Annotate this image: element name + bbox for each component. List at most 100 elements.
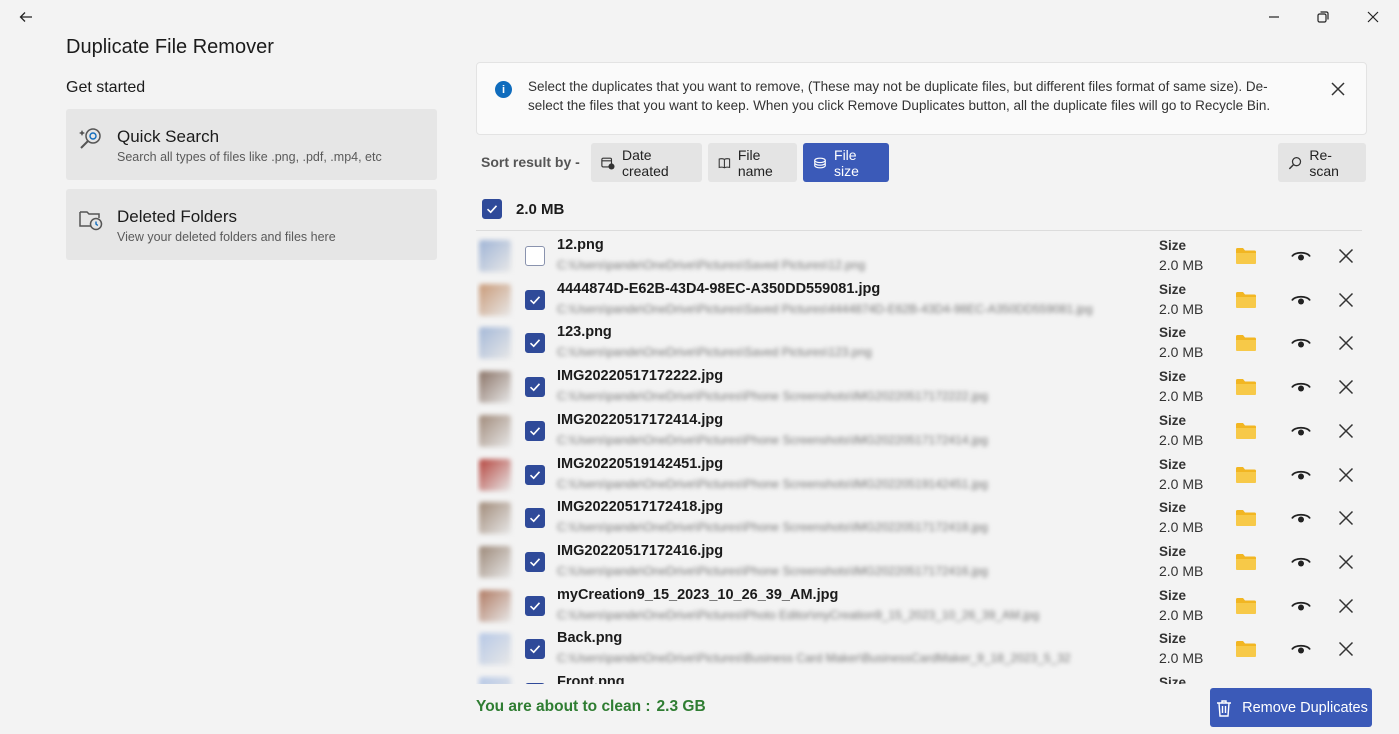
file-thumbnail bbox=[479, 371, 511, 404]
file-select-checkbox[interactable] bbox=[525, 420, 545, 441]
close-button[interactable] bbox=[1362, 6, 1384, 28]
file-row[interactable]: 4444874D-E62B-43D4-98EC-A350DD559081.jpg… bbox=[476, 280, 1367, 324]
folder-icon[interactable] bbox=[1235, 377, 1257, 397]
sidebar-item-quick-search[interactable]: Quick Search Search all types of files l… bbox=[66, 109, 437, 180]
file-size-value: 2.0 MB bbox=[1159, 519, 1204, 536]
close-icon[interactable] bbox=[1335, 508, 1357, 528]
file-size-value: 2.0 MB bbox=[1159, 388, 1204, 405]
file-row[interactable]: IMG20220519142451.jpg C:\Users\pande\OneD… bbox=[476, 455, 1367, 499]
info-icon: i bbox=[495, 81, 512, 98]
eye-icon[interactable] bbox=[1290, 639, 1312, 659]
file-row[interactable]: IMG20220517172222.jpg C:\Users\pande\OneD… bbox=[476, 367, 1367, 411]
close-icon[interactable] bbox=[1335, 683, 1357, 684]
group-select-checkbox[interactable] bbox=[482, 199, 502, 219]
sort-date-created-button[interactable]: Date created bbox=[591, 143, 702, 182]
file-row[interactable]: IMG20220517172416.jpg C:\Users\pande\OneD… bbox=[476, 542, 1367, 586]
file-select-checkbox[interactable] bbox=[525, 464, 545, 485]
eye-icon[interactable] bbox=[1290, 552, 1312, 572]
file-size-label: Size bbox=[1159, 281, 1187, 297]
eye-icon[interactable] bbox=[1290, 246, 1312, 266]
app-title: Duplicate File Remover bbox=[66, 36, 274, 58]
divider bbox=[476, 230, 1362, 231]
rescan-button[interactable]: Re-scan bbox=[1278, 143, 1366, 182]
folder-icon[interactable] bbox=[1235, 290, 1257, 310]
close-icon[interactable] bbox=[1335, 246, 1357, 266]
checkmark-icon bbox=[529, 470, 541, 479]
file-size-value: 2.0 MB bbox=[1159, 475, 1204, 492]
sort-option-label: Date created bbox=[621, 146, 669, 179]
eye-icon[interactable] bbox=[1290, 421, 1312, 441]
folder-icon[interactable] bbox=[1235, 465, 1257, 485]
checkmark-icon bbox=[486, 205, 498, 214]
file-select-checkbox[interactable] bbox=[525, 551, 545, 572]
folder-icon[interactable] bbox=[1235, 683, 1257, 684]
file-select-checkbox[interactable] bbox=[525, 595, 545, 616]
file-row[interactable]: IMG20220517172414.jpg C:\Users\pande\OneD… bbox=[476, 411, 1367, 455]
file-row[interactable]: 12.png C:\Users\pande\OneDrive\Pictures\S… bbox=[476, 236, 1367, 280]
sort-label: Sort result by - bbox=[481, 154, 580, 170]
close-icon[interactable] bbox=[1328, 79, 1348, 99]
eye-icon[interactable] bbox=[1290, 596, 1312, 616]
close-icon[interactable] bbox=[1335, 596, 1357, 616]
book-icon bbox=[718, 157, 731, 168]
file-path: C:\Users\pande\OneDrive\Pictures\Phone S… bbox=[557, 389, 988, 404]
folder-icon[interactable] bbox=[1235, 596, 1257, 616]
file-select-checkbox[interactable] bbox=[525, 639, 545, 660]
remove-duplicates-button[interactable]: Remove Duplicates bbox=[1210, 688, 1372, 727]
file-name: IMG20220517172416.jpg bbox=[557, 542, 724, 559]
eye-icon[interactable] bbox=[1290, 465, 1312, 485]
close-icon[interactable] bbox=[1335, 333, 1357, 353]
file-select-checkbox[interactable] bbox=[525, 683, 545, 684]
close-icon[interactable] bbox=[1335, 552, 1357, 572]
folder-icon[interactable] bbox=[1235, 552, 1257, 572]
file-select-checkbox[interactable] bbox=[525, 333, 545, 354]
file-size-label: Size bbox=[1159, 675, 1187, 684]
minimize-button[interactable] bbox=[1263, 6, 1285, 28]
file-row[interactable]: Back.png C:\Users\pande\OneDrive\Pictures… bbox=[476, 629, 1367, 673]
sort-file-size-button[interactable]: File size bbox=[803, 143, 889, 182]
folder-icon[interactable] bbox=[1235, 508, 1257, 528]
file-row[interactable]: IMG20220517172418.jpg C:\Users\pande\OneD… bbox=[476, 498, 1367, 542]
file-size-label: Size bbox=[1159, 325, 1187, 341]
search-icon bbox=[1288, 156, 1302, 169]
restore-button[interactable] bbox=[1312, 6, 1334, 28]
file-thumbnail bbox=[479, 633, 511, 666]
eye-icon[interactable] bbox=[1290, 290, 1312, 310]
close-icon[interactable] bbox=[1335, 421, 1357, 441]
file-row[interactable]: Front.pngC:\Users\pande\OneDrive\Picture… bbox=[476, 673, 1367, 684]
file-select-checkbox[interactable] bbox=[525, 508, 545, 529]
checkmark-icon bbox=[529, 295, 541, 305]
back-button[interactable] bbox=[15, 6, 37, 28]
eye-icon[interactable] bbox=[1290, 683, 1312, 684]
clean-label: You are about to clean : bbox=[476, 698, 651, 715]
file-size-label: Size bbox=[1159, 369, 1187, 385]
file-size-value: 2.0 MB bbox=[1159, 300, 1204, 317]
file-path: C:\Users\pande\OneDrive\Pictures\Saved P… bbox=[557, 258, 866, 272]
file-thumbnail bbox=[479, 502, 511, 535]
eye-icon[interactable] bbox=[1290, 333, 1312, 353]
file-select-checkbox[interactable] bbox=[525, 246, 545, 266]
eye-icon[interactable] bbox=[1290, 508, 1312, 528]
file-select-checkbox[interactable] bbox=[525, 289, 545, 310]
close-icon[interactable] bbox=[1335, 639, 1357, 659]
close-icon[interactable] bbox=[1335, 290, 1357, 310]
close-icon[interactable] bbox=[1335, 465, 1357, 485]
folder-clock-icon bbox=[79, 211, 103, 231]
close-icon[interactable] bbox=[1335, 377, 1357, 397]
file-name: IMG20220519142451.jpg bbox=[557, 455, 724, 472]
sort-file-name-button[interactable]: File name bbox=[708, 143, 797, 182]
file-row[interactable]: myCreation9_15_2023_10_26_39_AM.jpg C:\Us… bbox=[476, 586, 1367, 630]
file-list[interactable]: 12.png C:\Users\pande\OneDrive\Pictures\S… bbox=[476, 236, 1367, 684]
folder-icon[interactable] bbox=[1235, 333, 1257, 353]
file-size-label: Size bbox=[1159, 587, 1187, 603]
file-thumbnail bbox=[479, 414, 511, 447]
sidebar-item-deleted-folders[interactable]: Deleted Folders View your deleted folder… bbox=[66, 189, 437, 260]
folder-icon[interactable] bbox=[1235, 639, 1257, 659]
eye-icon[interactable] bbox=[1290, 377, 1312, 397]
folder-icon[interactable] bbox=[1235, 246, 1257, 266]
file-row[interactable]: 123.png C:\Users\pande\OneDrive\Pictures\… bbox=[476, 323, 1367, 367]
file-size-value: 2.0 MB bbox=[1159, 562, 1204, 579]
folder-icon[interactable] bbox=[1235, 421, 1257, 441]
file-path: C:\Users\pande\OneDrive\Pictures\Saved P… bbox=[557, 301, 1093, 316]
file-select-checkbox[interactable] bbox=[525, 377, 545, 398]
